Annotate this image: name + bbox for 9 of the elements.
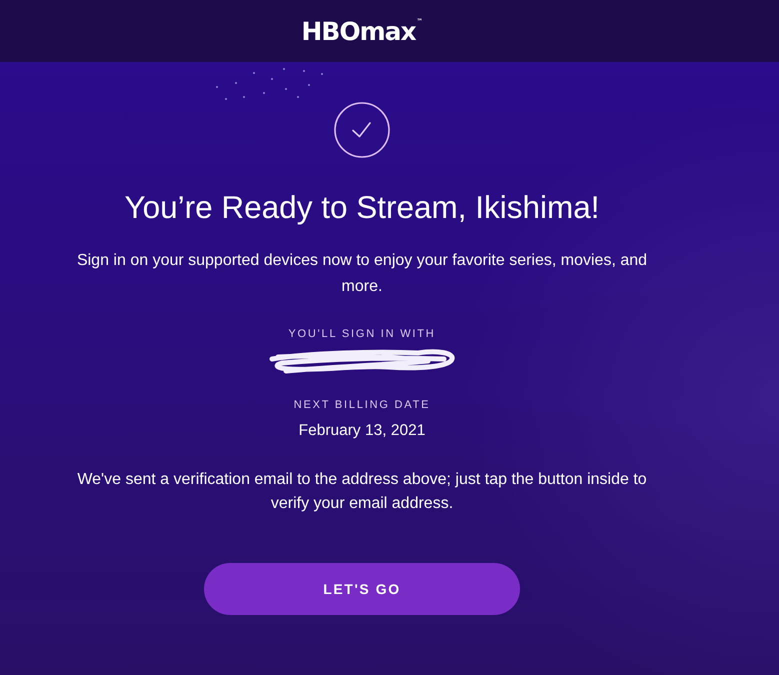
detail-label: YOU'LL SIGN IN WITH <box>288 327 436 342</box>
check-circle-icon <box>334 102 390 158</box>
sign-in-message: Sign in on your supported devices now to enjoy your favorite series, movies, and more. <box>76 251 648 297</box>
detail-label: NEXT BILLING DATE <box>294 398 430 413</box>
lets-go-button[interactable]: LET'S GO <box>204 563 520 615</box>
billing-date: February 13, 2021 <box>298 421 426 441</box>
ready-title: You’re Ready to Stream, Ikishima! <box>124 188 600 226</box>
verification-note: We've sent a verification email to the address above; just tap the button inside to verify your email address. <box>76 470 648 514</box>
brand-logo: HBOmax$^{™}$ <box>301 18 423 44</box>
